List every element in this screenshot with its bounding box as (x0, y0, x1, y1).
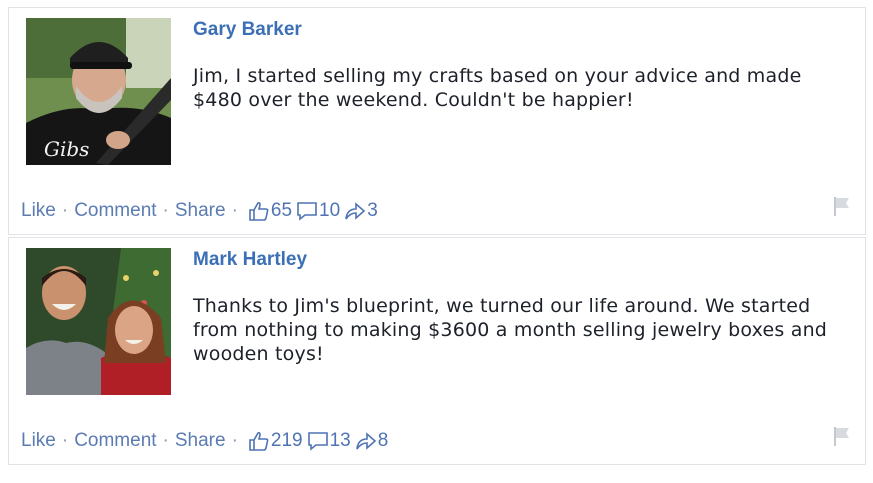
avatar[interactable]: Gibs (26, 18, 171, 165)
post-card: Mark Hartley Thanks to Jim's blueprint, … (8, 237, 866, 465)
author-name[interactable]: Mark Hartley (193, 249, 307, 271)
separator: · (231, 430, 238, 451)
comment-count[interactable]: 10 (296, 200, 340, 222)
share-link[interactable]: Share (175, 200, 226, 222)
separator: · (231, 200, 238, 221)
like-count-value: 65 (270, 200, 293, 221)
separator: · (162, 430, 169, 451)
comment-link[interactable]: Comment (74, 200, 156, 222)
separator: · (61, 200, 69, 221)
thumbs-up-icon (249, 201, 269, 221)
share-link[interactable]: Share (175, 430, 226, 452)
flag-icon[interactable] (829, 424, 853, 448)
action-bar: Like · Comment · Share · 219 13 8 (21, 430, 388, 452)
comment-count-value: 10 (319, 200, 341, 221)
post-message: Thanks to Jim's blueprint, we turned our… (193, 295, 828, 365)
share-count[interactable]: 3 (344, 200, 378, 222)
post-message: Jim, I started selling my crafts based o… (193, 65, 802, 111)
share-arrow-icon (355, 432, 376, 450)
comment-bubble-icon (297, 202, 317, 221)
avatar-photo-man-guitar: Gibs (26, 18, 171, 165)
flag-icon[interactable] (829, 194, 853, 218)
like-count[interactable]: 65 (248, 200, 292, 222)
thumbs-up-icon (249, 431, 269, 451)
comment-count[interactable]: 13 (307, 430, 351, 452)
like-count[interactable]: 219 (248, 430, 303, 452)
like-link[interactable]: Like (21, 200, 56, 222)
share-count[interactable]: 8 (355, 430, 389, 452)
post-card: Gibs Gary Barker Jim, I started selling … (8, 7, 866, 235)
avatar[interactable] (26, 248, 171, 395)
share-count-value: 3 (367, 200, 378, 221)
avatar-shirt-text: Gibs (44, 137, 89, 161)
comment-link[interactable]: Comment (74, 430, 156, 452)
share-arrow-icon (345, 202, 366, 220)
author-name[interactable]: Gary Barker (193, 19, 302, 41)
avatar-photo-couple (26, 248, 171, 395)
share-count-value: 8 (377, 430, 389, 451)
action-bar: Like · Comment · Share · 65 10 3 (21, 200, 378, 222)
like-link[interactable]: Like (21, 430, 56, 452)
separator: · (61, 430, 69, 451)
comment-count-value: 13 (329, 430, 351, 451)
comment-bubble-icon (307, 432, 328, 451)
like-count-value: 219 (270, 430, 303, 451)
separator: · (162, 200, 169, 221)
